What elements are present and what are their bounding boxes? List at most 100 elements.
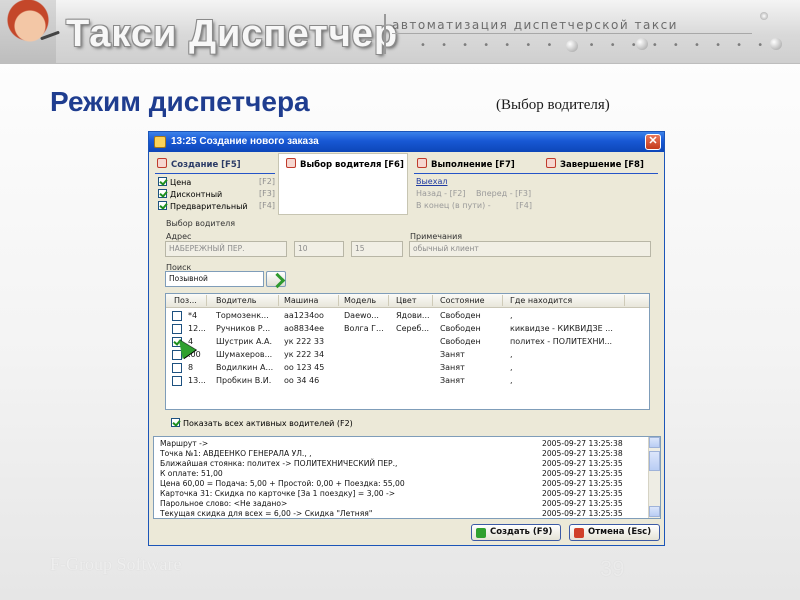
cell-car: аа1234оо: [284, 311, 324, 320]
execution-icon: [417, 158, 427, 168]
link-departed[interactable]: Выехал: [416, 177, 447, 186]
decorative-circle-icon: [770, 38, 782, 50]
checkbox-price[interactable]: [158, 177, 167, 186]
tab-execution[interactable]: Выполнение [F7]: [417, 157, 515, 173]
house-field[interactable]: 10: [294, 241, 344, 257]
col-separator: [278, 295, 279, 306]
cell-color: Ядови...: [396, 311, 430, 320]
checkbox-discount[interactable]: [158, 189, 167, 198]
cancel-icon: [574, 528, 584, 538]
hotkey-discount: [F3]: [259, 189, 275, 198]
table-header: Поз... Водитель Машина Модель Цвет Состо…: [166, 294, 649, 308]
cell-state: Свободен: [440, 311, 481, 320]
address-field[interactable]: НАБЕРЕЖНЫЙ ПЕР.: [165, 241, 287, 257]
step-underline: [414, 173, 658, 174]
option-preliminary-label: Предварительный: [170, 202, 248, 211]
window-title: 13:25 Создание нового заказа: [171, 136, 319, 147]
notes-field[interactable]: обычный клиент: [409, 241, 651, 257]
cell-car: ук 222 33: [284, 337, 325, 346]
scroll-up-icon[interactable]: [649, 437, 660, 448]
create-button[interactable]: Создать (F9): [471, 524, 561, 541]
log-text: Ближайшая стоянка: политех -> ПОЛИТЕХНИЧ…: [160, 459, 398, 468]
option-price[interactable]: Цена: [158, 177, 191, 187]
hotkey-on-way: [F4]: [516, 201, 532, 210]
tab-completion[interactable]: Завершение [F8]: [546, 157, 644, 173]
cancel-button[interactable]: Отмена (Esc): [569, 524, 660, 541]
col-driver[interactable]: Водитель: [216, 296, 257, 305]
hotkey-preliminary: [F4]: [259, 201, 275, 210]
table-row[interactable]: 13... Пробкин В.И. оо 34 46 Занят ,: [166, 375, 649, 388]
cell-driver: Пробкин В.И.: [216, 376, 272, 385]
log-time: 2005-09-27 13:25:35: [542, 469, 623, 478]
table-row-selected[interactable]: 4 Шустрик А.А. ук 222 33 Свободен полите…: [166, 336, 649, 349]
cell-car: ук 222 34: [284, 350, 325, 359]
checkbox-preliminary[interactable]: [158, 201, 167, 210]
close-icon[interactable]: ✕: [645, 134, 661, 150]
cell-driver: Ручников Р...: [216, 324, 271, 333]
flat-field[interactable]: 15: [351, 241, 403, 257]
decorative-circle-icon: [760, 12, 768, 20]
col-position[interactable]: Поз...: [174, 296, 197, 305]
tab-create[interactable]: Создание [F5]: [157, 157, 241, 173]
log-text: Точка №1: АВДЕЕНКО ГЕНЕРАЛА УЛ., ,: [160, 449, 312, 458]
decorative-circle-icon: [636, 38, 648, 50]
table-row[interactable]: 8 Водилкин А... оо 123 45 Занят ,: [166, 362, 649, 375]
show-all-checkbox[interactable]: [171, 418, 180, 427]
cell-position: 8: [188, 363, 194, 372]
tab-create-label: Создание [F5]: [171, 160, 241, 170]
table-row[interactable]: *4 Тормозенк... аа1234оо Daewo... Ядови.…: [166, 310, 649, 323]
link-forward[interactable]: Вперед - [F3]: [476, 189, 531, 198]
row-checkbox[interactable]: [172, 324, 182, 334]
cell-car: оо 123 45: [284, 363, 325, 372]
cell-location: киквидзе - КИКВИДЗЕ ...: [510, 324, 613, 333]
page-number: 39: [600, 556, 625, 581]
show-all-drivers-option[interactable]: Показать всех активных водителей (F2): [171, 418, 353, 428]
log-time: 2005-09-27 13:25:35: [542, 499, 623, 508]
app-icon: [154, 136, 166, 148]
notes-label: Примечания: [410, 232, 463, 241]
col-model[interactable]: Модель: [344, 296, 376, 305]
window-titlebar[interactable]: 13:25 Создание нового заказа ✕: [149, 132, 664, 152]
create-button-label: Создать (F9): [490, 527, 553, 537]
scroll-thumb[interactable]: [649, 451, 660, 471]
row-checkbox[interactable]: [172, 311, 182, 321]
brand-title: Такси Диспетчер: [66, 13, 399, 55]
table-row[interactable]: .00 Шумахеров... ук 222 34 Занят ,: [166, 349, 649, 362]
operator-photo: [0, 0, 56, 64]
table-row[interactable]: 12... Ручников Р... ао8834ее Волга Г... …: [166, 323, 649, 336]
cell-position: 13...: [188, 376, 206, 385]
search-button[interactable]: [266, 271, 286, 287]
option-preliminary[interactable]: Предварительный: [158, 201, 248, 211]
drivers-table: Поз... Водитель Машина Модель Цвет Состо…: [165, 293, 650, 410]
option-discount[interactable]: Дисконтный: [158, 189, 222, 199]
log-time: 2005-09-27 13:25:35: [542, 479, 623, 488]
cell-driver: Тормозенк...: [216, 311, 269, 320]
slide-title: Режим диспетчера: [50, 86, 310, 117]
col-separator: [502, 295, 503, 306]
scroll-down-icon[interactable]: [649, 506, 660, 517]
col-separator: [206, 295, 207, 306]
cell-state: Свободен: [440, 337, 481, 346]
log-text: К оплате: 51,00: [160, 469, 223, 478]
order-log[interactable]: Маршрут -> 2005-09-27 13:25:38 Точка №1:…: [153, 436, 661, 519]
link-back[interactable]: Назад - [F2]: [416, 189, 466, 198]
option-discount-label: Дисконтный: [170, 190, 223, 199]
col-car[interactable]: Машина: [284, 296, 318, 305]
tab-select-driver[interactable]: Выбор водителя [F6]: [286, 157, 404, 173]
decorative-dots: • • • • • • • • • • • • • • • • •: [420, 40, 770, 51]
log-time: 2005-09-27 13:25:35: [542, 509, 623, 518]
col-location[interactable]: Где находится: [510, 296, 572, 305]
tab-select-driver-label: Выбор водителя [F6]: [300, 160, 404, 170]
group-title: Выбор водителя: [166, 219, 236, 228]
col-separator: [624, 295, 625, 306]
row-checkbox[interactable]: [172, 363, 182, 373]
link-on-way[interactable]: В конец (в пути) -: [416, 201, 491, 210]
log-scrollbar[interactable]: [648, 437, 660, 518]
row-checkbox[interactable]: [172, 376, 182, 386]
hotkey-price: [F2]: [259, 177, 275, 186]
col-color[interactable]: Цвет: [396, 296, 417, 305]
search-input[interactable]: Позывной: [165, 271, 264, 287]
col-state[interactable]: Состояние: [440, 296, 485, 305]
create-icon: [157, 158, 167, 168]
slide-subtitle: (Выбор водителя): [496, 97, 610, 113]
